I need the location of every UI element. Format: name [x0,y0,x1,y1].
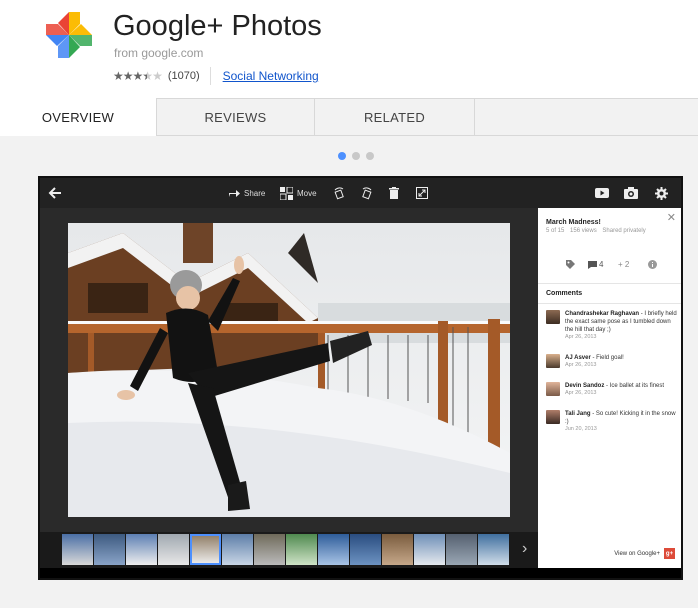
share-label: Share [244,188,266,198]
comment-item: Tali Jang - So cute! Kicking it in the s… [546,410,678,432]
rating-count: (1070) [167,70,200,82]
thumbnail[interactable] [94,534,125,565]
thumbnail[interactable] [222,534,253,565]
comment-item: Devin Sandoz - Ice ballet at its finest … [546,382,678,396]
tab-bar: OVERVIEW REVIEWS RELATED [0,98,698,137]
carousel-dot[interactable] [366,152,374,160]
photo-position: 5 of 15 [546,228,565,234]
trash-icon[interactable] [389,184,399,202]
photo-meta: 5 of 15 156 views Shared privately [546,228,650,234]
store-header: Google+ Photos from google.com ★★★★★ (10… [0,0,698,98]
view-on-google-plus-link[interactable]: View on Google+ g+ [614,548,675,559]
thumbnail[interactable] [254,534,285,565]
thumbnail[interactable] [350,534,381,565]
close-icon[interactable]: ✕ [667,211,676,224]
avatar[interactable] [546,354,560,368]
comment-text: - Ice ballet at its finest [604,383,665,389]
thumbnail[interactable] [414,534,445,565]
chevron-right-icon[interactable]: › [522,540,527,558]
photo-info-panel: ✕ March Madness! 5 of 15 156 views Share… [538,208,681,568]
comment-date: Apr 26, 2013 [565,334,597,340]
photo-views: 156 views [570,228,597,234]
move-button[interactable]: Move [280,184,317,202]
category-link[interactable]: Social Networking [223,69,319,83]
google-plus-icon: g+ [664,548,675,559]
fullscreen-icon[interactable] [416,184,428,202]
move-icon [280,186,293,200]
star-rating: ★★★★★ [113,69,163,83]
photo-toolbar: Share Move [40,178,681,208]
filmstrip: › [40,532,538,568]
comments-heading: Comments [538,283,681,304]
info-icon[interactable] [648,260,657,269]
plus-one-count[interactable]: + 2 [618,260,629,269]
snow-kick-photo[interactable] [68,223,510,517]
move-label: Move [297,188,317,198]
comment-author[interactable]: Chandrashekar Raghavan [565,311,639,317]
comment-author[interactable]: Tali Jang [565,411,591,417]
thumbnail[interactable] [446,534,477,565]
album-title: March Madness! [546,219,601,226]
youtube-icon[interactable] [595,184,609,202]
rotate-left-icon[interactable] [333,184,346,202]
carousel-dots [338,152,374,160]
camera-icon[interactable] [624,184,638,202]
app-title: Google+ Photos [113,10,322,42]
thumbnail-selected[interactable] [190,534,221,565]
comment-item: AJ Asver - Field goal! Apr 26, 2013 [546,354,678,368]
thumbnail[interactable] [286,534,317,565]
comment-date: Apr 26, 2013 [565,362,597,368]
tab-related[interactable]: RELATED [315,98,475,136]
comment-count: 4 [599,260,604,269]
share-button[interactable]: Share [228,184,265,202]
frame-bottom-bar [40,568,681,578]
publisher-label: from google.com [114,46,204,60]
avatar[interactable] [546,310,560,324]
comment-author[interactable]: Devin Sandoz [565,383,604,389]
comment-text: - Field goal! [590,355,624,361]
avatar[interactable] [546,382,560,396]
rating-row: ★★★★★ (1070) Social Networking [113,67,319,85]
divider [209,67,211,85]
gear-icon[interactable] [655,184,668,202]
avatar[interactable] [546,410,560,424]
comment-author[interactable]: AJ Asver [565,355,591,361]
comment-icon [588,260,597,269]
tag-icon[interactable] [566,260,575,269]
thumbnail[interactable] [478,534,509,565]
tab-overview[interactable]: OVERVIEW [0,98,157,137]
share-icon [229,190,240,197]
comment-date: Apr 26, 2013 [565,390,597,396]
carousel-dot[interactable] [352,152,360,160]
back-arrow-icon[interactable] [48,184,62,202]
thumbnail[interactable] [382,534,413,565]
thumbnail[interactable] [318,534,349,565]
tab-reviews[interactable]: REVIEWS [157,98,315,136]
view-on-label: View on Google+ [614,550,660,557]
rotate-right-icon[interactable] [360,184,373,202]
google-photos-logo [46,12,92,58]
carousel-dot[interactable] [338,152,346,160]
thumbnail-list [62,534,509,565]
comment-count-button[interactable]: 4 [588,260,603,269]
thumbnail[interactable] [62,534,93,565]
photo-actions: 4 + 2 [538,260,681,274]
thumbnail[interactable] [126,534,157,565]
comment-date: Jun 20, 2013 [565,426,597,432]
thumbnail[interactable] [158,534,189,565]
comment-item: Chandrashekar Raghavan - I briefly held … [546,310,678,340]
photo-viewer [40,208,538,532]
sharing-status: Shared privately [602,228,646,234]
app-screenshot: Share Move › ✕ March Madness! 5 of 15 15… [38,176,683,580]
